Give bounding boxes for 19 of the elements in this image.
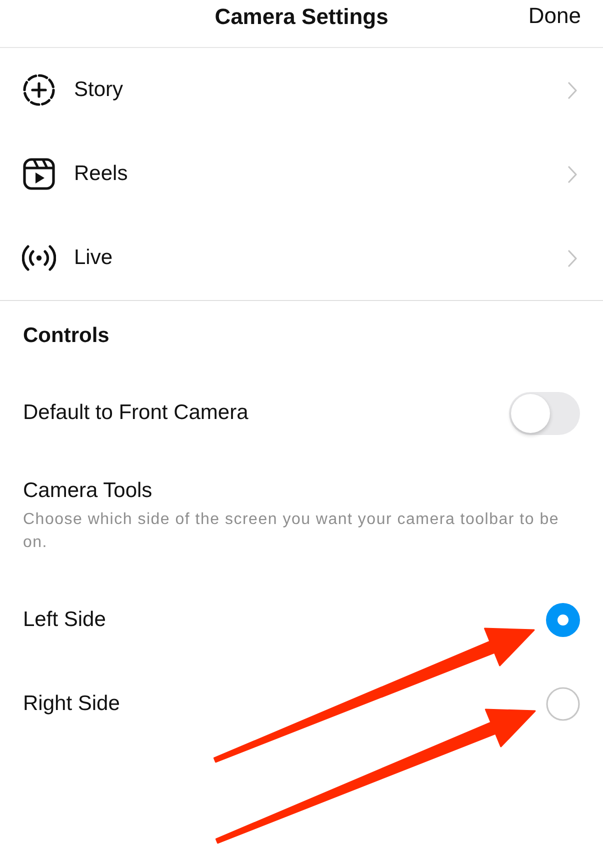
option-label: Right Side [23, 691, 120, 717]
radio-button[interactable] [546, 603, 580, 637]
chevron-right-icon [568, 82, 577, 98]
settings-row[interactable]: Story [0, 48, 603, 132]
radio-button[interactable] [546, 687, 580, 721]
chevron-right-icon [568, 166, 577, 182]
setting-label: Camera Tools [23, 478, 152, 504]
toggle-switch[interactable] [509, 392, 580, 434]
option-label: Left Side [23, 607, 106, 633]
screen-title: Camera Settings [214, 4, 388, 30]
play-clapper-icon [22, 157, 56, 191]
done-button[interactable]: Done [528, 3, 581, 29]
chevron-right-icon [568, 250, 577, 266]
settings-row[interactable]: Live [0, 216, 603, 300]
setting-label: Default to Front Camera [23, 400, 248, 426]
section-heading: Controls [23, 323, 110, 349]
dashed-circle-plus-icon [22, 73, 56, 107]
setting-description: Choose which side of the screen you want your camera toolbar to be on. [23, 510, 560, 553]
settings-row[interactable]: Reels [0, 132, 603, 216]
